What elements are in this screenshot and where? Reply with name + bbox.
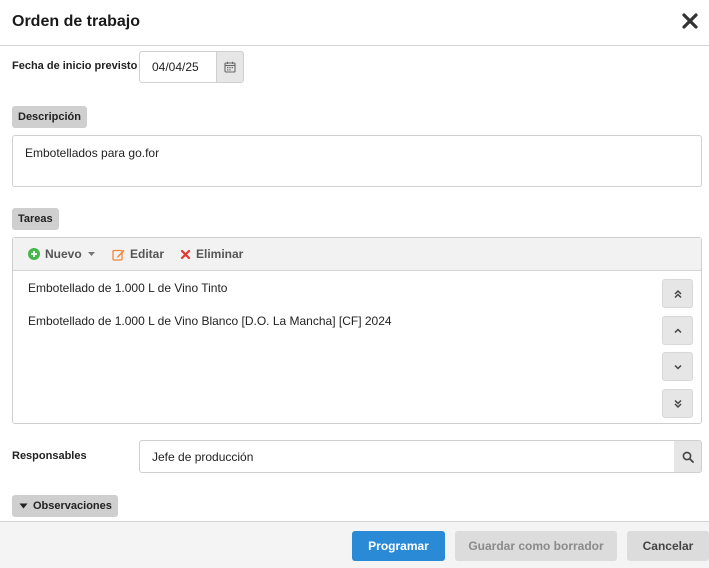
- calendar-button[interactable]: [217, 51, 244, 83]
- tasks-toolbar: Nuevo Editar Eliminar: [13, 238, 701, 271]
- observations-toggle[interactable]: Observaciones: [12, 495, 118, 517]
- description-value: Embotellados para go.for: [25, 146, 160, 160]
- observations-label: Observaciones: [33, 500, 112, 512]
- caret-down-icon: [19, 503, 28, 509]
- new-task-label: Nuevo: [45, 247, 82, 261]
- dialog-header: Orden de trabajo: [0, 0, 709, 46]
- save-draft-button[interactable]: Guardar como borrador: [455, 531, 617, 561]
- description-textarea[interactable]: Embotellados para go.for: [12, 135, 702, 187]
- cancel-button[interactable]: Cancelar: [627, 531, 709, 561]
- start-date-label: Fecha de inicio previsto: [12, 60, 138, 72]
- caret-down-icon: [87, 252, 95, 256]
- responsables-value: Jefe de producción: [152, 450, 254, 464]
- tasks-panel: Nuevo Editar Eliminar Embotellado de 1.0…: [12, 237, 702, 424]
- move-to-bottom-button[interactable]: [662, 389, 693, 418]
- move-up-button[interactable]: [662, 316, 693, 345]
- responsables-label: Responsables: [12, 450, 87, 462]
- close-icon[interactable]: [681, 12, 699, 30]
- add-circle-icon: [28, 248, 40, 260]
- edit-task-label: Editar: [130, 247, 165, 261]
- move-down-button[interactable]: [662, 352, 693, 381]
- delete-x-icon: [180, 249, 191, 259]
- move-to-top-button[interactable]: [662, 279, 693, 308]
- task-row[interactable]: Embotellado de 1.000 L de Vino Tinto: [28, 281, 227, 295]
- chevron-down-icon: [673, 364, 682, 370]
- chevron-up-icon: [673, 327, 682, 333]
- start-date-input[interactable]: 04/04/25: [139, 51, 217, 83]
- delete-task-label: Eliminar: [196, 247, 244, 261]
- tasks-section-label: Tareas: [12, 208, 59, 230]
- double-chevron-up-icon: [673, 289, 682, 298]
- schedule-button[interactable]: Programar: [352, 531, 445, 561]
- search-icon: [682, 451, 694, 463]
- task-row[interactable]: Embotellado de 1.000 L de Vino Blanco [D…: [28, 314, 392, 328]
- delete-task-button[interactable]: Eliminar: [180, 247, 243, 261]
- edit-icon: [112, 249, 125, 261]
- new-task-button[interactable]: Nuevo: [28, 247, 96, 261]
- start-date-value: 04/04/25: [152, 60, 199, 74]
- responsables-search-button[interactable]: [674, 440, 702, 473]
- edit-task-button[interactable]: Editar: [112, 247, 164, 261]
- responsables-input[interactable]: Jefe de producción: [139, 440, 675, 473]
- dialog-title: Orden de trabajo: [12, 13, 141, 30]
- double-chevron-down-icon: [673, 399, 682, 408]
- description-section-label: Descripción: [12, 106, 87, 128]
- calendar-icon: [224, 61, 236, 73]
